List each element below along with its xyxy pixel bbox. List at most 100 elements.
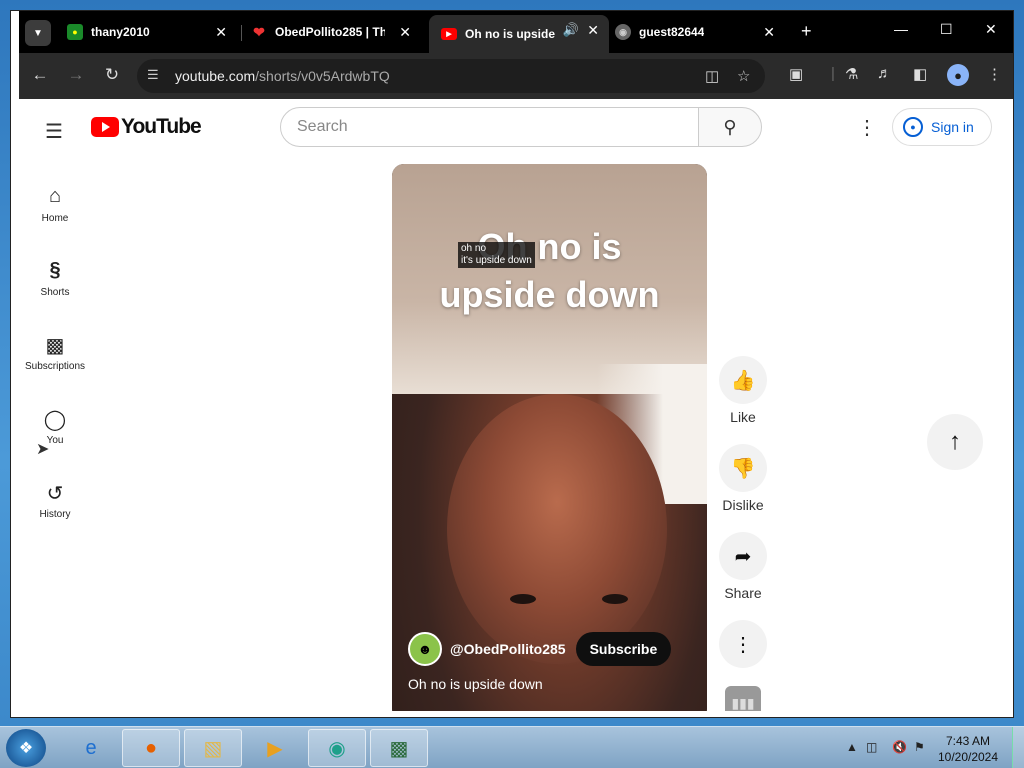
sound-waveform-button[interactable]: ▮▮▮ [725, 686, 761, 711]
audio-playing-icon[interactable]: 🔊 [563, 22, 579, 38]
tab-guest82644[interactable]: ◉ guest82644 ✕ [615, 17, 785, 47]
browser-taskbar-icon[interactable]: ◉ [308, 729, 366, 767]
side-panel-icon[interactable]: ◧ [913, 65, 927, 83]
sidebar-item-label: You [46, 435, 64, 446]
bookmark-star-icon[interactable]: ☆ [737, 67, 750, 85]
dislike-button[interactable]: 👎 [719, 444, 767, 492]
share-label: Share [724, 585, 762, 601]
sign-in-label: Sign in [931, 119, 974, 135]
file-explorer-icon[interactable]: ▧ [184, 729, 242, 767]
volume-muted-icon[interactable]: 🔇 [892, 740, 907, 754]
sidebar-item-you[interactable]: ◯ You [23, 407, 87, 446]
sidebar-item-shorts[interactable]: § Shorts [23, 259, 87, 298]
clock-date: 10/20/2024 [937, 750, 999, 764]
like-button[interactable]: 👍 [719, 356, 767, 404]
profile-avatar-icon[interactable]: ● [947, 64, 969, 86]
video-overlay-title-line1: Oh no is [477, 226, 622, 267]
forward-button[interactable]: → [65, 65, 87, 85]
window-thumbnail-icon[interactable]: ▩ [370, 729, 428, 767]
tab-obedpollito285[interactable]: ❤ ObedPollito285 | Th ✕ [251, 17, 421, 47]
previous-short-button[interactable]: ↑ [927, 414, 983, 470]
search-button[interactable]: ⚲ [698, 107, 762, 147]
close-window-button[interactable]: ✕ [985, 21, 997, 38]
close-tab-icon[interactable]: ✕ [763, 24, 775, 41]
close-tab-icon[interactable]: ✕ [399, 24, 411, 41]
network-icon[interactable]: ◫ [866, 740, 877, 754]
subscribe-button[interactable]: Subscribe [575, 632, 672, 666]
windows-logo-icon: ❖ [18, 740, 34, 757]
subscriptions-icon: ▩ [45, 335, 65, 357]
arrow-up-icon: ↑ [949, 428, 961, 455]
sidebar-item-subscriptions[interactable]: ▩ Subscriptions [23, 333, 87, 372]
thumbs-down-icon: 👎 [730, 457, 756, 480]
search-icon: ⚲ [723, 116, 737, 137]
tab-search-button[interactable]: ▼ [25, 20, 51, 46]
cast-icon[interactable]: ◫ [705, 67, 719, 85]
tab-divider [241, 25, 242, 41]
tab-strip: ▼ ● thany2010 ✕ ❤ ObedPollito285 | Th ✕ … [19, 11, 1013, 53]
close-tab-icon[interactable]: ✕ [587, 22, 599, 39]
home-icon: ⌂ [48, 185, 62, 207]
system-clock[interactable]: 7:43 AM 10/20/2024 [936, 733, 1000, 765]
youtube-wordmark: YouTube [121, 115, 202, 138]
show-desktop-button[interactable] [1012, 727, 1024, 768]
labs-flask-icon[interactable]: ⚗ [845, 65, 858, 83]
youtube-logo[interactable]: YouTube [91, 115, 202, 139]
show-hidden-icons[interactable]: ▲ [846, 740, 858, 754]
sign-in-button[interactable]: ● Sign in [892, 108, 992, 146]
account-icon: ● [903, 117, 923, 137]
tab-title: thany2010 [91, 25, 150, 39]
site-info-icon[interactable]: ☰ [147, 67, 159, 83]
share-button[interactable]: ➦ [719, 532, 767, 580]
tab-favicon-icon: ● [67, 24, 83, 40]
tab-thany2010[interactable]: ● thany2010 ✕ [67, 17, 237, 47]
history-icon: ↺ [46, 483, 64, 505]
tab-title: guest82644 [639, 25, 705, 39]
caption-line: oh no [461, 243, 487, 254]
video-caption: oh no it's upside down [458, 242, 535, 268]
browser-toolbar: ← → ↻ ☰ youtube.com/shorts/v0v5ArdwbTQ ◫… [19, 53, 1013, 99]
like-label: Like [730, 409, 756, 425]
close-tab-icon[interactable]: ✕ [215, 24, 227, 41]
tab-title: ObedPollito285 | Th [275, 25, 385, 39]
search-input[interactable]: Search [280, 107, 699, 147]
video-frame-detail [602, 594, 628, 604]
media-controls-icon[interactable]: ♬ [877, 65, 892, 82]
share-arrow-icon: ➦ [734, 545, 752, 568]
channel-handle[interactable]: @ObedPollito285 [450, 641, 566, 657]
tab-youtube-short[interactable]: ▶ Oh no is upside 🔊 ✕ [429, 15, 609, 53]
hamburger-menu-icon[interactable]: ☰ [45, 119, 63, 144]
thumbs-up-icon: 👍 [730, 369, 756, 392]
browser-window: ▼ ● thany2010 ✕ ❤ ObedPollito285 | Th ✕ … [10, 10, 1014, 718]
reload-button[interactable]: ↻ [101, 65, 123, 85]
sidebar-item-home[interactable]: ⌂ Home [23, 185, 87, 224]
video-overlay-title-line2: upside down [439, 274, 660, 315]
sidebar-item-history[interactable]: ↺ History [23, 481, 87, 520]
short-video-player[interactable]: Oh no is upside down oh no it's upside d… [392, 164, 707, 711]
sidebar-item-label: Shorts [40, 287, 70, 298]
dislike-label: Dislike [722, 497, 764, 513]
waveform-icon: ▮▮▮ [731, 694, 755, 711]
short-description[interactable]: Oh no is upside down [408, 676, 543, 692]
start-button[interactable]: ❖ [6, 729, 46, 767]
minimize-button[interactable]: — [894, 21, 908, 37]
media-player-icon[interactable]: ▶ [246, 729, 304, 767]
youtube-page: ☰ YouTube Search ⚲ ⋮ ● Sign in ⌂ Home § … [19, 99, 1007, 711]
back-button[interactable]: ← [29, 65, 51, 85]
video-frame-subject [447, 394, 667, 664]
channel-avatar[interactable]: ☻ [408, 632, 442, 666]
action-center-flag-icon[interactable]: ⚑ [914, 740, 925, 754]
more-actions-button[interactable]: ⋮ [719, 620, 767, 668]
settings-kebab-icon[interactable]: ⋮ [857, 115, 877, 140]
internet-explorer-icon[interactable]: e [62, 729, 120, 767]
more-vert-icon: ⋮ [733, 633, 753, 656]
new-tab-button[interactable]: + [801, 21, 812, 42]
maximize-button[interactable]: ☐ [940, 21, 953, 38]
browser-menu-icon[interactable]: ⋮ [987, 65, 1002, 83]
url-text[interactable]: youtube.com/shorts/v0v5ArdwbTQ [175, 68, 390, 84]
roblox-favicon-icon: ❤ [253, 23, 265, 40]
firefox-icon[interactable]: ● [122, 729, 180, 767]
address-bar[interactable]: ☰ youtube.com/shorts/v0v5ArdwbTQ ◫ ☆ [137, 59, 765, 93]
caption-line: it's upside down [461, 255, 532, 266]
extensions-icon[interactable]: ▣ [789, 65, 803, 83]
